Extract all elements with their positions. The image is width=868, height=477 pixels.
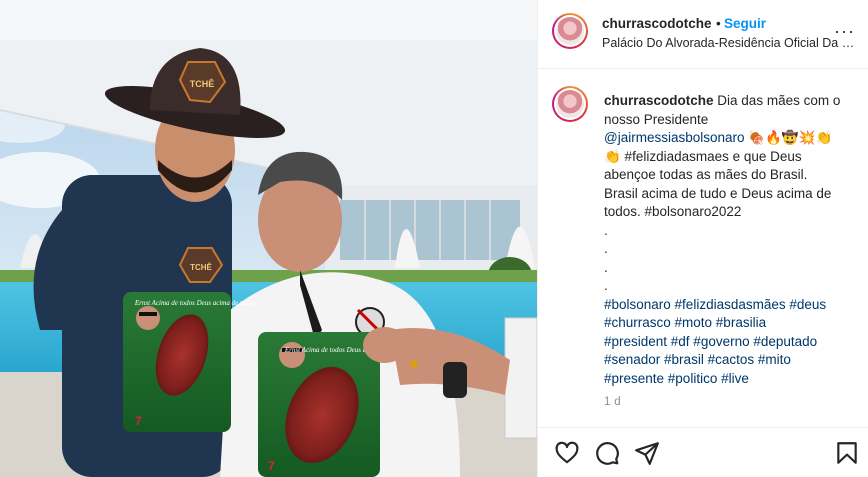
caption-line-5: Brasil acima de tudo e Deus acima de [604,185,832,201]
caption-dot-1: . [604,222,608,238]
package-right-brand: 7 [268,459,275,473]
hashtag-line-5[interactable]: #presente #politico #live [604,370,862,389]
post-header: churrascodotche • Seguir Palácio Do Alvo… [538,0,868,69]
header-username[interactable]: churrascodotche [602,16,712,31]
caption-mention[interactable]: @jairmessiasbolsonaro 🍖🔥🤠💥👏 [604,129,862,148]
caption-dot-3: . [604,259,608,275]
heart-icon[interactable] [554,440,580,466]
caption-line-3: 👏 #felizdiadasmaes e que Deus [604,148,802,164]
action-bar [538,427,868,477]
caption-line: churrascodotche Dia das mães com o [604,92,862,111]
caption-line-1: nosso Presidente [604,111,709,127]
hat-badge-text: TCHÊ [190,78,215,89]
hashtag-line-4[interactable]: #senador #brasil #cactos #mito [604,351,862,370]
post-timestamp[interactable]: 1 d [604,396,621,408]
hashtag-line-1[interactable]: #bolsonaro #felizdiasdasmães #deus [604,296,862,315]
follow-separator: • [716,16,721,31]
hashtag-line-3[interactable]: #president #df #governo #deputado [604,333,862,352]
comment-icon[interactable] [594,440,620,466]
post-photo-illustration: TCHÊ TCHÊ Ernst Acima de todos Deus acim… [0,0,537,477]
caption-line-4: abençoe todas as mães do Brasil. [604,167,808,182]
more-options-icon[interactable]: ··· [834,22,855,40]
caption-username[interactable]: churrascodotche [604,93,714,108]
share-icon[interactable] [634,440,660,466]
caption-line-0: Dia das mães com o [717,93,841,108]
post-sidebar: churrascodotche • Seguir Palácio Do Alvo… [537,0,868,477]
caption-text: churrascodotche Dia das mães com o nosso… [604,92,862,388]
caption-avatar[interactable] [552,86,588,122]
avatar[interactable] [552,13,588,49]
package-left-brand: 7 [135,414,142,428]
caption-dot-4: . [604,278,608,293]
post-photo[interactable]: TCHÊ TCHÊ Ernst Acima de todos Deus acim… [0,0,537,477]
hashtag-line-2[interactable]: #churrasco #moto #brasilia [604,314,862,333]
package-left-text: Ernst Acima de todos Deus acima de todos [134,299,255,307]
follow-button[interactable]: Seguir [724,16,766,31]
caption-dot-2: . [604,241,608,256]
bookmark-icon[interactable] [834,440,860,466]
caption-line-6: todos. #bolsonaro2022 [604,204,742,219]
shirt-badge-text: TCHÊ [190,263,212,272]
location-link[interactable]: Palácio Do Alvorada-Residência Oficial D… [602,36,857,50]
